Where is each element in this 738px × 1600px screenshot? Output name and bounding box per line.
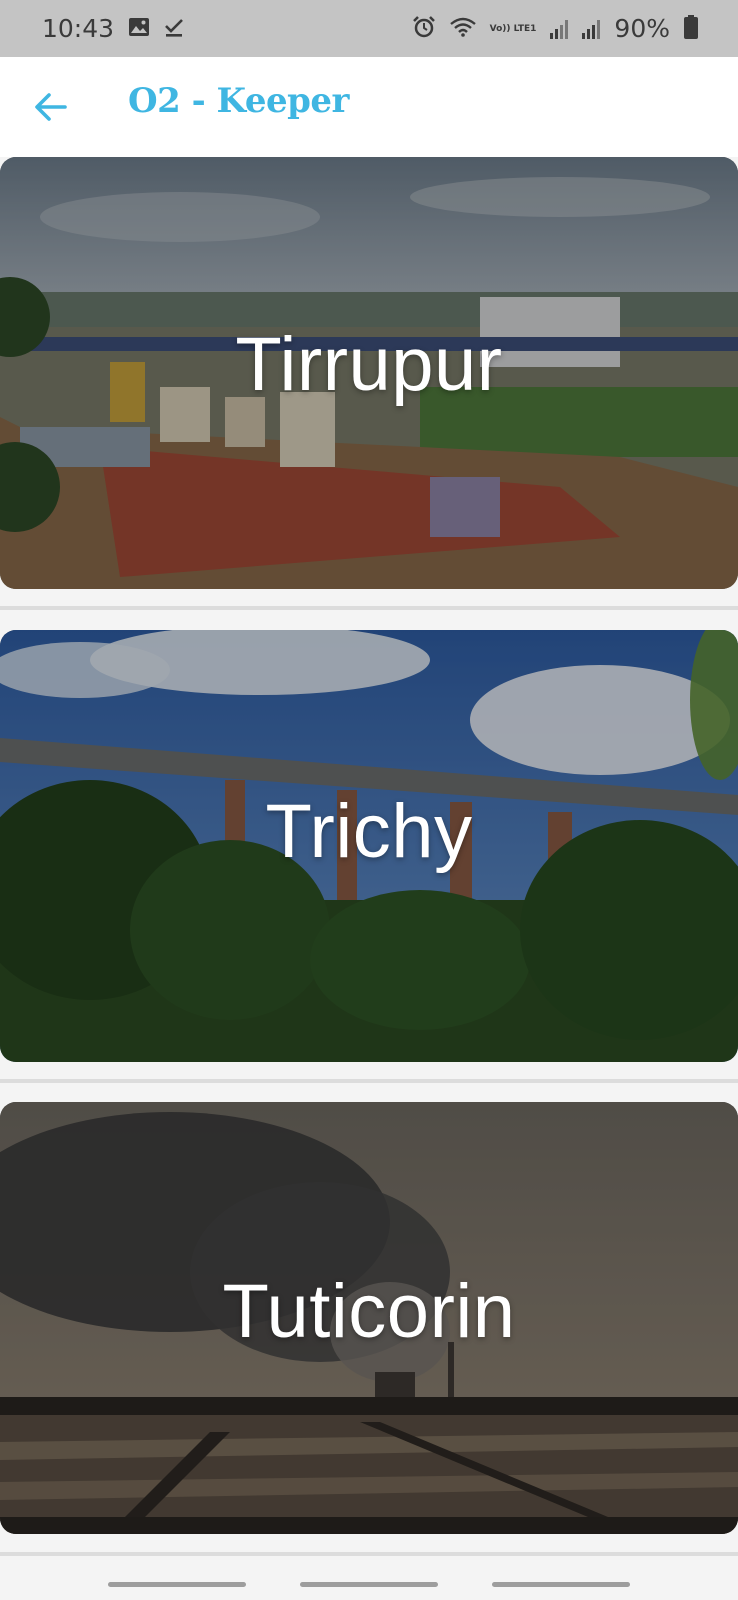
volte-icon: Vo)) LTE1 — [489, 23, 537, 34]
signal-icon — [550, 19, 569, 39]
home-button[interactable] — [300, 1582, 438, 1587]
battery-icon — [684, 14, 698, 43]
app-title: O2 - Keeper — [128, 81, 349, 121]
gallery-icon — [128, 17, 150, 41]
system-nav-bar — [0, 1558, 738, 1600]
city-card-tirrupur[interactable]: Tirrupur — [0, 157, 738, 589]
back-nav-button[interactable] — [492, 1582, 630, 1587]
download-done-icon — [164, 17, 184, 41]
battery-percent: 90% — [614, 14, 670, 43]
divider — [0, 606, 738, 610]
status-bar: 10:43 Vo)) LTE1 90% — [0, 0, 738, 57]
wifi-icon — [449, 17, 476, 41]
city-name: Tirrupur — [235, 322, 503, 407]
app-bar: O2 - Keeper — [0, 57, 738, 157]
recent-apps-button[interactable] — [108, 1582, 246, 1587]
back-button[interactable] — [30, 89, 70, 129]
city-card-trichy[interactable]: Trichy — [0, 630, 738, 1062]
signal-icon — [582, 19, 601, 39]
status-time: 10:43 — [42, 14, 115, 43]
arrow-left-icon — [33, 92, 67, 126]
alarm-icon — [412, 15, 436, 42]
divider — [0, 1552, 738, 1556]
city-card-tuticorin[interactable]: Tuticorin — [0, 1102, 738, 1534]
divider — [0, 1079, 738, 1083]
city-name: Trichy — [265, 789, 473, 874]
city-name: Tuticorin — [222, 1269, 516, 1354]
